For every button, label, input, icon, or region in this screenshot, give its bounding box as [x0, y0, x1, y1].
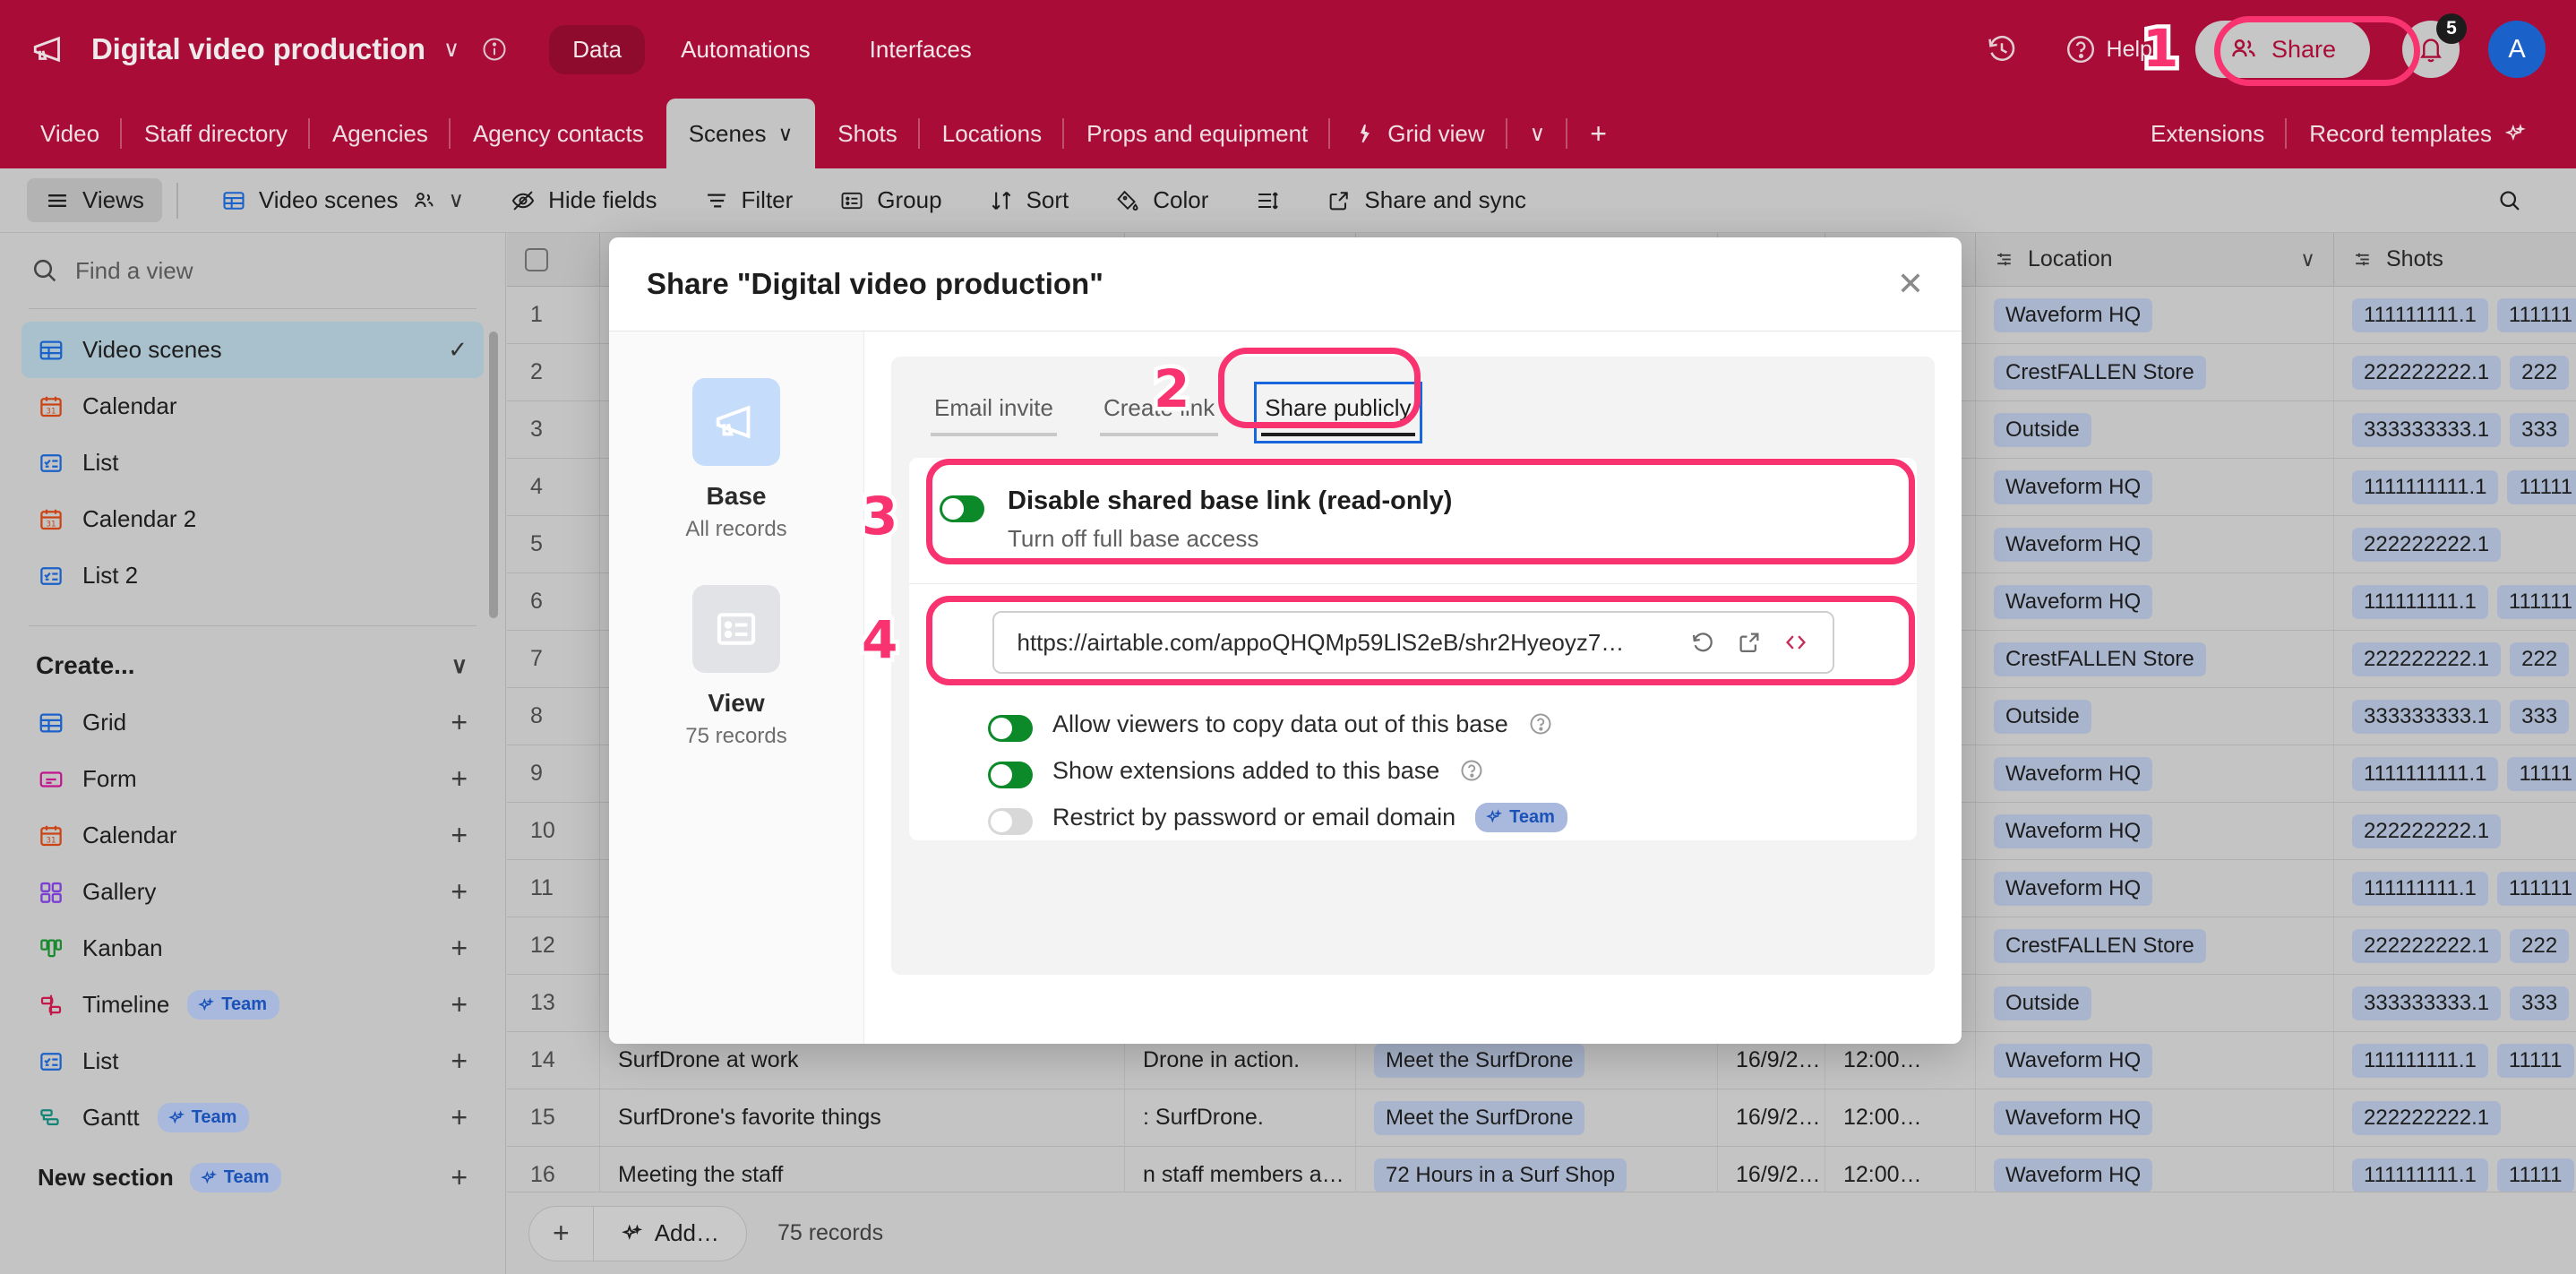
toggle-knob	[991, 811, 1012, 832]
tab-email-invite[interactable]: Email invite	[931, 389, 1057, 436]
disable-shared-base-link-row: Disable shared base link (read-only) Tur…	[909, 458, 1917, 583]
refresh-icon[interactable]	[1689, 629, 1716, 656]
share-scope-base[interactable]: Base All records	[609, 362, 863, 569]
option-allow-copy-data: Allow viewers to copy data out of this b…	[988, 701, 1917, 747]
scope-name: View	[708, 689, 764, 718]
sparkle-icon	[1485, 808, 1503, 826]
scope-name: Base	[707, 482, 767, 511]
help-circle-icon[interactable]	[1459, 758, 1484, 783]
toggle-knob	[991, 764, 1012, 786]
disable-shared-base-link-text: Disable shared base link (read-only) Tur…	[1008, 486, 1452, 553]
tab-create-link[interactable]: Create link	[1100, 389, 1218, 436]
toggle-title: Disable shared base link (read-only)	[1008, 486, 1452, 516]
option-label: Restrict by password or email domain	[1052, 804, 1455, 831]
list-icon	[712, 605, 760, 653]
embed-code-icon[interactable]	[1782, 629, 1809, 656]
share-url-field[interactable]: https://airtable.com/appoQHQMp59LlS2eB/s…	[992, 611, 1834, 674]
scope-sub: All records	[685, 517, 786, 542]
option-label: Allow viewers to copy data out of this b…	[1052, 710, 1508, 738]
restrict-password-toggle[interactable]	[988, 808, 1033, 835]
share-url-text: https://airtable.com/appoQHQMp59LlS2eB/s…	[1018, 629, 1670, 657]
share-modal: Share "Digital video production" ✕ Base …	[609, 237, 1962, 1044]
close-icon[interactable]: ✕	[1897, 265, 1924, 303]
share-scope-sidebar: Base All records View 75 records	[609, 331, 864, 1044]
team-badge-label: Team	[1509, 807, 1555, 828]
team-badge: Team	[1475, 803, 1567, 832]
open-external-icon[interactable]	[1736, 629, 1763, 656]
toggle-knob	[991, 718, 1012, 739]
base-tile	[692, 378, 780, 466]
option-restrict-password: Restrict by password or email domain Tea…	[988, 794, 1917, 840]
show-extensions-toggle[interactable]	[988, 762, 1033, 788]
disable-shared-base-link-toggle[interactable]	[940, 495, 984, 522]
share-modal-body: Base All records View 75 records Email i…	[609, 331, 1962, 1044]
share-scope-view[interactable]: View 75 records	[609, 569, 863, 776]
allow-copy-data-toggle[interactable]	[988, 715, 1033, 742]
share-publicly-panel: Disable shared base link (read-only) Tur…	[909, 458, 1917, 840]
view-tile	[692, 585, 780, 673]
help-circle-icon[interactable]	[1528, 711, 1553, 736]
share-panel-card: Email invite Create link Share publicly …	[891, 357, 1935, 975]
share-modal-title: Share "Digital video production"	[647, 267, 1103, 301]
megaphone-icon	[712, 398, 760, 446]
share-url-area: https://airtable.com/appoQHQMp59LlS2eB/s…	[909, 584, 1917, 674]
tab-share-publicly[interactable]: Share publicly	[1261, 389, 1414, 436]
option-label: Show extensions added to this base	[1052, 757, 1439, 785]
share-options-list: Allow viewers to copy data out of this b…	[909, 674, 1917, 840]
scope-sub: 75 records	[685, 724, 786, 749]
share-modal-header: Share "Digital video production" ✕	[609, 237, 1962, 331]
share-modal-main: Email invite Create link Share publicly …	[864, 331, 1962, 1044]
option-show-extensions: Show extensions added to this base	[988, 747, 1917, 794]
toggle-subtitle: Turn off full base access	[1008, 525, 1452, 553]
airtable-app-window: Digital video production ∨ Data Automati…	[0, 0, 2576, 1274]
share-tabs: Email invite Create link Share publicly	[909, 380, 1917, 452]
toggle-knob	[942, 498, 964, 520]
